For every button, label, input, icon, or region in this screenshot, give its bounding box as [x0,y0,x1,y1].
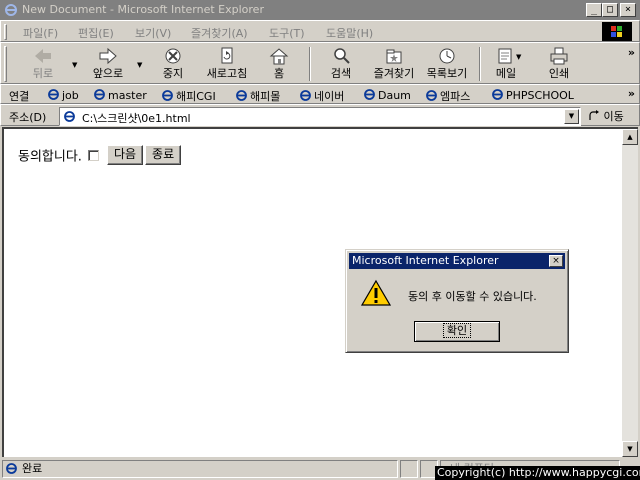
menu-help[interactable]: 도움말(H) [326,25,373,41]
links-bar: 연결 job master 해피CGI 해피몰 네이버 Daum 엠파스 PHP… [0,84,640,104]
ie-page-icon [162,90,173,101]
status-text: 완료 [22,462,43,475]
link-job[interactable]: job [47,88,79,102]
search-button[interactable]: 검색 [319,45,363,83]
dialog-title-bar[interactable]: Microsoft Internet Explorer × [349,253,565,269]
mail-dropdown-icon[interactable]: ▼ [516,53,521,61]
page-form: 동의합니다. 다음 종료 [18,145,183,165]
scroll-up-button[interactable]: ▲ [622,129,638,145]
menu-tools[interactable]: 도구(T) [269,25,305,41]
ie-page-icon [236,90,247,101]
toolbar-grip[interactable] [4,46,7,82]
menu-file[interactable]: 파일(F) [23,25,58,41]
ie-logo-icon [5,4,17,16]
favorites-button[interactable]: 즐겨찾기 [367,45,421,83]
agree-checkbox[interactable] [87,149,99,161]
stop-icon [165,48,181,64]
print-icon [550,47,568,65]
toolbar-separator [309,47,311,81]
go-button[interactable]: 이동 [588,108,624,124]
alert-dialog: Microsoft Internet Explorer × 동의 후 이동할 수… [345,249,569,353]
forward-arrow-icon [99,47,117,65]
link-phpschool[interactable]: PHPSCHOOL [491,88,574,102]
address-dropdown-button[interactable]: ▼ [564,109,579,124]
links-caption: 연결 [9,90,30,103]
print-button[interactable]: 인쇄 [539,45,579,83]
status-main-panel [2,460,398,478]
next-button[interactable]: 다음 [106,145,144,165]
menu-bar: 파일(F) 편집(E) 보기(V) 즐겨찾기(A) 도구(T) 도움말(H) [0,20,640,42]
mail-button[interactable]: 메일 [487,45,525,83]
menu-edit[interactable]: 편집(E) [78,25,114,41]
warning-icon [361,279,391,306]
home-button[interactable]: 홈 [263,45,295,83]
history-icon [439,48,455,64]
windows-logo-icon [602,22,632,41]
link-happycgi[interactable]: 해피CGI [161,88,216,104]
link-empas[interactable]: 엠파스 [425,88,470,104]
link-naver[interactable]: 네이버 [299,88,344,104]
home-icon [269,48,289,65]
ie-page-icon [64,111,75,122]
window-title: New Document - Microsoft Internet Explor… [22,3,264,16]
copyright-watermark: Copyright(c) http://www.happycgi.com [435,466,640,480]
scroll-down-button[interactable]: ▼ [622,441,638,457]
stop-button[interactable]: 중지 [151,45,195,83]
link-happymall[interactable]: 해피몰 [235,88,280,104]
ie-page-icon [48,89,59,100]
address-caption: 주소(D) [9,111,47,124]
links-more-chevron[interactable]: » [628,87,635,100]
refresh-button[interactable]: 새로고침 [199,45,255,83]
ie-page-icon [6,463,17,474]
minimize-button[interactable]: _ [586,3,602,17]
search-icon [334,48,350,64]
ie-page-icon [300,90,311,101]
agree-label: 동의합니다. [18,149,82,165]
menu-view[interactable]: 보기(V) [135,25,171,41]
ie-page-icon [492,89,503,100]
toolbar-separator [479,47,481,81]
dialog-title: Microsoft Internet Explorer [352,254,499,267]
refresh-icon [221,47,233,64]
status-panel [400,460,418,478]
vertical-scrollbar[interactable]: ▲ ▼ [622,129,638,457]
favorites-icon [386,49,402,64]
ok-button[interactable]: 확인 [414,321,500,342]
maximize-button[interactable]: □ [602,3,618,17]
menu-favorites[interactable]: 즐겨찾기(A) [191,25,248,41]
ie-page-icon [364,89,375,100]
address-input[interactable]: C:\스크린샷\0e1.html ▼ [59,107,581,126]
dialog-message: 동의 후 이동할 수 있습니다. [408,290,537,303]
back-button[interactable]: 뒤로 [17,45,69,83]
close-button[interactable]: × [620,3,636,17]
standard-toolbar: 뒤로 ▼ 앞으로 ▼ 중지 새로고침 홈 검색 즐겨찾기 목록보기 메일 ▼ 인… [0,42,640,84]
back-dropdown-icon[interactable]: ▼ [72,61,77,69]
menu-grip[interactable] [4,24,7,40]
link-daum[interactable]: Daum [363,88,411,102]
go-arrow-icon [589,110,599,120]
back-arrow-icon [35,49,51,63]
dialog-close-button[interactable]: × [549,255,563,267]
window-title-bar[interactable]: New Document - Microsoft Internet Explor… [0,0,640,20]
forward-dropdown-icon[interactable]: ▼ [137,61,142,69]
history-button[interactable]: 목록보기 [421,45,473,83]
address-value: C:\스크린샷\0e1.html [82,112,191,125]
mail-icon [498,48,512,64]
exit-button[interactable]: 종료 [145,145,182,165]
toolbar-more-chevron[interactable]: » [628,46,635,59]
link-master[interactable]: master [93,88,147,102]
ie-page-icon [94,89,105,100]
address-bar: 주소(D) C:\스크린샷\0e1.html ▼ 이동 [0,104,640,126]
ie-page-icon [426,90,437,101]
forward-button[interactable]: 앞으로 [83,45,133,83]
